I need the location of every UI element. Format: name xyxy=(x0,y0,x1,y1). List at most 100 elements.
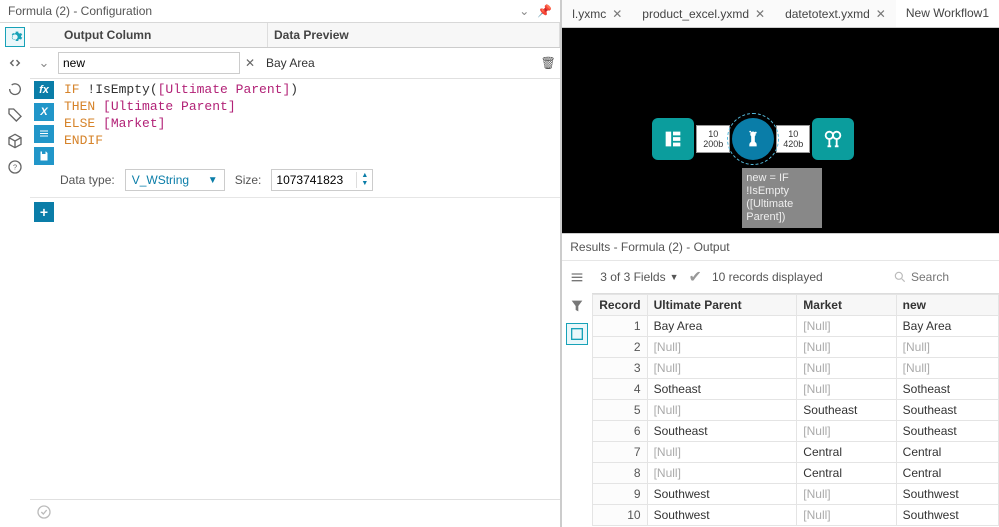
table-row[interactable]: 5[Null]SoutheastSoutheast xyxy=(593,400,999,421)
formula-editor[interactable]: IF !IsEmpty([Ultimate Parent]) THEN [Ult… xyxy=(58,79,560,165)
table-row[interactable]: 7[Null]CentralCentral xyxy=(593,442,999,463)
datatype-dropdown[interactable]: V_WString ▼ xyxy=(125,169,225,191)
preview-value: Bay Area xyxy=(260,53,536,73)
checkmark-icon[interactable]: ✔ xyxy=(689,267,702,287)
size-spinbox[interactable]: ▲▼ xyxy=(271,169,373,191)
variable-icon[interactable]: X xyxy=(34,103,54,121)
save-icon[interactable] xyxy=(34,147,54,165)
col-new[interactable]: new xyxy=(896,295,998,316)
table-icon[interactable] xyxy=(566,267,588,289)
table-row[interactable]: 3[Null][Null][Null] xyxy=(593,358,999,379)
table-row[interactable]: 9Southwest[Null]Southwest xyxy=(593,484,999,505)
list-icon[interactable] xyxy=(34,125,54,143)
detail-icon[interactable] xyxy=(566,323,588,345)
formula-row-header: ⌄ ✕ Bay Area 🗑 xyxy=(30,48,560,79)
tab-file-3[interactable]: New Workflow1 xyxy=(896,0,999,27)
cell-new: Southeast xyxy=(896,421,998,442)
tab-file-2[interactable]: datetotext.yxmd✕ xyxy=(775,0,896,27)
trash-icon[interactable]: 🗑 xyxy=(536,56,560,70)
browse-tool-node[interactable] xyxy=(812,118,854,160)
panel-titlebar: Formula (2) - Configuration ⌄ 📌 xyxy=(0,0,560,23)
tab-strip: l.yxmc✕ product_excel.yxmd✕ datetotext.y… xyxy=(562,0,999,28)
input-tool-node[interactable] xyxy=(652,118,694,160)
check-circle-icon xyxy=(36,504,52,520)
code-icon[interactable] xyxy=(5,53,25,73)
col-market[interactable]: Market xyxy=(797,295,896,316)
table-row[interactable]: 1Bay Area[Null]Bay Area xyxy=(593,316,999,337)
formula-tool-node[interactable] xyxy=(732,118,774,160)
add-formula-button[interactable]: + xyxy=(34,202,54,222)
cell-record: 6 xyxy=(593,421,647,442)
col-record[interactable]: Record xyxy=(593,295,647,316)
close-icon[interactable]: ✕ xyxy=(755,7,765,21)
cell-record: 1 xyxy=(593,316,647,337)
cell-market: Central xyxy=(797,463,896,484)
table-row[interactable]: 4Sotheast[Null]Sotheast xyxy=(593,379,999,400)
cube-icon[interactable] xyxy=(5,131,25,151)
cell-record: 10 xyxy=(593,505,647,526)
size-down-icon[interactable]: ▼ xyxy=(357,180,372,188)
tab-file-0[interactable]: l.yxmc✕ xyxy=(562,0,632,27)
columns-header: Output Column Data Preview xyxy=(30,23,560,48)
table-row[interactable]: 6Southeast[Null]Southeast xyxy=(593,421,999,442)
datatype-row: Data type: V_WString ▼ Size: ▲▼ xyxy=(30,165,560,198)
cell-ultimate-parent: Sotheast xyxy=(647,379,797,400)
size-up-icon[interactable]: ▲ xyxy=(357,172,372,180)
cell-new: Bay Area xyxy=(896,316,998,337)
fx-icon[interactable]: fx xyxy=(34,81,54,99)
table-row[interactable]: 10Southwest[Null]Southwest xyxy=(593,505,999,526)
search-input[interactable] xyxy=(911,270,991,284)
cell-market: [Null] xyxy=(797,421,896,442)
records-summary: 10 records displayed xyxy=(712,270,823,284)
cell-record: 9 xyxy=(593,484,647,505)
cell-ultimate-parent: Bay Area xyxy=(647,316,797,337)
configuration-panel: Formula (2) - Configuration ⌄ 📌 ? Output… xyxy=(0,0,562,527)
cell-ultimate-parent: Southwest xyxy=(647,484,797,505)
cell-ultimate-parent: [Null] xyxy=(647,442,797,463)
tab-file-1[interactable]: product_excel.yxmd✕ xyxy=(632,0,775,27)
left-tool-rail: ? xyxy=(0,23,30,527)
search-icon xyxy=(893,270,907,284)
collapse-icon[interactable]: ⌄ xyxy=(519,4,529,18)
cell-ultimate-parent: [Null] xyxy=(647,400,797,421)
cell-new: Southwest xyxy=(896,505,998,526)
output-column-header: Output Column xyxy=(58,23,268,47)
svg-text:?: ? xyxy=(13,163,17,172)
data-preview-header: Data Preview xyxy=(268,23,560,47)
table-row[interactable]: 2[Null][Null][Null] xyxy=(593,337,999,358)
collapse-row-icon[interactable]: ⌄ xyxy=(30,55,58,71)
help-icon[interactable]: ? xyxy=(5,157,25,177)
cell-ultimate-parent: [Null] xyxy=(647,337,797,358)
cell-ultimate-parent: [Null] xyxy=(647,358,797,379)
cell-market: [Null] xyxy=(797,484,896,505)
output-column-input[interactable] xyxy=(58,52,240,74)
cell-record: 5 xyxy=(593,400,647,421)
connection-stub: 10200b xyxy=(696,125,730,153)
col-ultimate-parent[interactable]: Ultimate Parent xyxy=(647,295,797,316)
close-icon[interactable]: ✕ xyxy=(612,7,622,21)
connection-stub: 10420b xyxy=(776,125,810,153)
close-icon[interactable]: ✕ xyxy=(876,7,886,21)
workflow-canvas[interactable]: 10200b 10420b new = IF !IsEmpty ([Ultima… xyxy=(562,28,999,233)
cell-market: Central xyxy=(797,442,896,463)
results-title: Results - Formula (2) - Output xyxy=(562,233,999,261)
datatype-label: Data type: xyxy=(60,173,115,187)
cell-record: 7 xyxy=(593,442,647,463)
cell-market: [Null] xyxy=(797,316,896,337)
cell-new: Central xyxy=(896,463,998,484)
pin-icon[interactable]: 📌 xyxy=(537,4,552,18)
filter-icon[interactable] xyxy=(566,295,588,317)
size-input[interactable] xyxy=(272,170,356,190)
search-box[interactable] xyxy=(893,270,991,284)
gear-icon[interactable] xyxy=(5,27,25,47)
results-grid[interactable]: Record Ultimate Parent Market new 1Bay A… xyxy=(592,293,999,527)
refresh-icon[interactable] xyxy=(5,79,25,99)
cell-market: [Null] xyxy=(797,358,896,379)
fields-summary[interactable]: 3 of 3 Fields ▼ xyxy=(600,270,678,284)
cell-new: Southwest xyxy=(896,484,998,505)
tag-icon[interactable] xyxy=(5,105,25,125)
clear-input-icon[interactable]: ✕ xyxy=(240,56,260,70)
cell-market: [Null] xyxy=(797,505,896,526)
table-row[interactable]: 8[Null]CentralCentral xyxy=(593,463,999,484)
formula-icon-column: fx X xyxy=(30,79,58,165)
